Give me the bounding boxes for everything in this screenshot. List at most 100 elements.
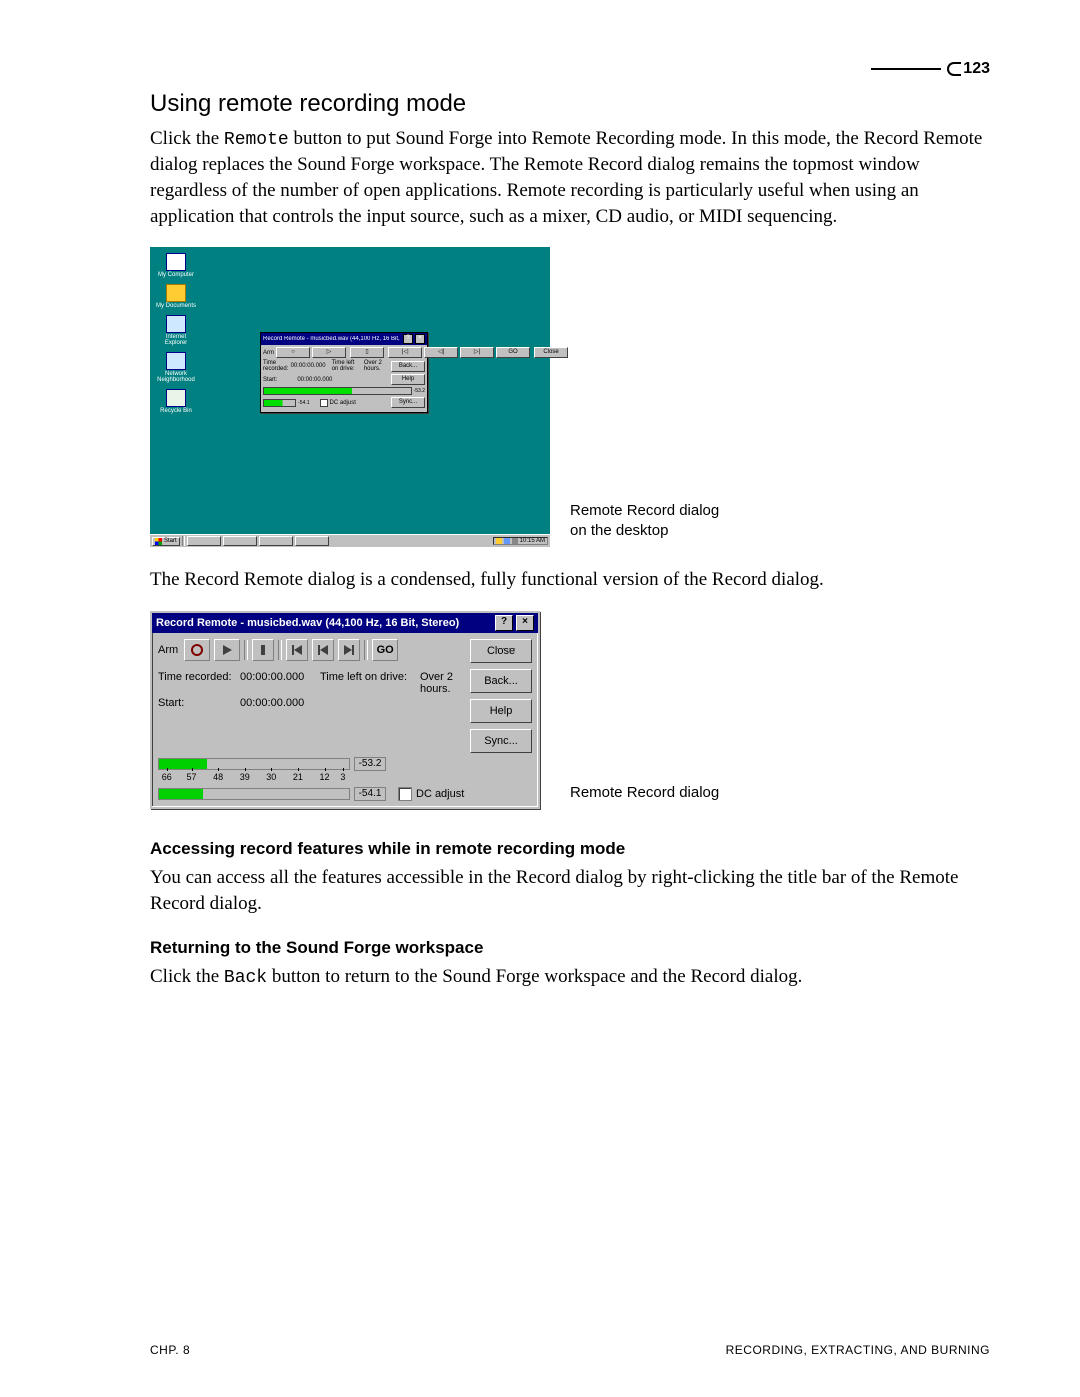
desktop-icon-my-documents[interactable]: My Documents (156, 284, 196, 309)
text: button to return to the Sound Forge work… (267, 966, 802, 987)
time-recorded-label: Time recorded: (158, 671, 240, 695)
mini-close-button[interactable]: Close (534, 347, 568, 358)
desktop-icon-my-computer[interactable]: My Computer (156, 253, 196, 278)
desktop-icon-network-neighborhood[interactable]: Network Neighborhood (156, 352, 196, 383)
meter-right (158, 788, 350, 800)
mini-sync-button[interactable]: Sync... (391, 397, 425, 408)
time-info-grid: Time recorded: 00:00:00.000 Time left on… (158, 671, 464, 709)
mini-title-bar[interactable]: Record Remote - musicbed.wav (44,100 Hz,… (261, 333, 427, 345)
network-icon (166, 352, 186, 370)
paragraph-condensed: The Record Remote dialog is a condensed,… (150, 567, 990, 593)
mini-rew-button[interactable]: |◁ (388, 347, 422, 358)
mini-title-text: Record Remote - musicbed.wav (44,100 Hz,… (263, 336, 401, 342)
icon-label: My Documents (156, 303, 196, 309)
start-label: Start (164, 538, 177, 544)
mini-marker-button[interactable]: ▯ (350, 347, 384, 358)
mini-meter-2 (263, 399, 296, 407)
dialog-side-buttons: Close Back... Help Sync... (470, 639, 532, 753)
mini-close-icon[interactable]: × (415, 334, 425, 344)
icon-label: Internet Explorer (156, 334, 196, 346)
heading-accessing: Accessing record features while in remot… (150, 839, 990, 859)
arm-label: Arm (158, 644, 178, 656)
mini-time-rec-label: Time recorded: (263, 360, 289, 372)
recycle-icon (166, 389, 186, 407)
sync-button[interactable]: Sync... (470, 729, 532, 753)
paragraph-intro: Click the Remote button to put Sound For… (150, 126, 990, 229)
desktop-icons: My Computer My Documents Internet Explor… (156, 253, 196, 414)
taskbar-clock: 10:15 AM (520, 538, 545, 544)
heading-returning: Returning to the Sound Forge workspace (150, 938, 990, 958)
desktop-icon-internet-explorer[interactable]: Internet Explorer (156, 315, 196, 346)
level-meters: -53.2 66 57 48 39 30 21 12 3 (158, 757, 532, 801)
scale-tick: 3 (340, 772, 345, 782)
time-left-value: Over 2 hours. (420, 671, 464, 695)
time-recorded-value: 00:00:00.000 (240, 671, 320, 695)
taskbar[interactable]: Start 10:15 AM (150, 534, 550, 547)
title-close-button[interactable]: × (516, 615, 534, 631)
help-button[interactable]: Help (470, 699, 532, 723)
page-number: 123 (963, 60, 990, 78)
mini-record-remote-dialog: Record Remote - musicbed.wav (44,100 Hz,… (260, 332, 428, 413)
icon-label: My Computer (158, 272, 194, 278)
go-to-start-button[interactable] (286, 639, 308, 661)
quicklaunch-icon[interactable] (223, 536, 257, 546)
mini-arm-label: Arm (263, 350, 274, 356)
icon-label: Recycle Bin (160, 408, 192, 414)
mini-time-left-label: Time left on drive: (332, 360, 362, 372)
mini-fwd-button[interactable]: ▷| (460, 347, 494, 358)
figure-dialog: Record Remote - musicbed.wav (44,100 Hz,… (150, 611, 990, 809)
drop-marker-button[interactable] (252, 639, 274, 661)
forward-button[interactable] (338, 639, 360, 661)
mini-go-button[interactable]: GO (496, 347, 530, 358)
page-number-ornament: 123 (871, 60, 990, 78)
manual-page: 123 Using remote recording mode Click th… (0, 0, 1080, 1397)
meter-scale: 66 57 48 39 30 21 12 3 (158, 772, 348, 786)
go-button[interactable]: GO (372, 639, 398, 661)
mini-help-icon[interactable]: ? (403, 334, 413, 344)
windows-logo-icon (155, 538, 162, 545)
scale-tick: 30 (266, 772, 276, 782)
tray-icon[interactable] (512, 538, 518, 544)
mini-help-button[interactable]: Help (391, 374, 425, 385)
quicklaunch-icon[interactable] (295, 536, 329, 546)
title-help-button[interactable]: ? (495, 615, 513, 631)
heading-using-remote: Using remote recording mode (150, 90, 990, 118)
caption-desktop: Remote Record dialog on the desktop (570, 501, 740, 542)
start-value: 00:00:00.000 (240, 697, 320, 709)
caption-dialog: Remote Record dialog (570, 783, 719, 803)
scale-tick: 66 (162, 772, 172, 782)
play-button[interactable] (214, 639, 240, 661)
scale-tick: 21 (293, 772, 303, 782)
mini-dc-label: DC adjust (330, 400, 356, 406)
quicklaunch-icon[interactable] (259, 536, 293, 546)
desktop-icon-recycle-bin[interactable]: Recycle Bin (156, 389, 196, 414)
back-button[interactable]: Back... (470, 669, 532, 693)
system-tray[interactable]: 10:15 AM (493, 537, 548, 545)
quicklaunch-icon[interactable] (187, 536, 221, 546)
figure-desktop: My Computer My Documents Internet Explor… (150, 247, 990, 547)
tray-icon[interactable] (496, 538, 502, 544)
mini-back-dialog-button[interactable]: Back... (391, 361, 425, 372)
mini-dc-checkbox[interactable] (320, 399, 328, 407)
mini-time-rec-value: 00:00:00.000 (291, 363, 326, 369)
record-button[interactable] (184, 639, 210, 661)
time-left-label: Time left on drive: (320, 671, 420, 695)
inline-code-remote: Remote (224, 130, 289, 150)
dc-adjust-checkbox[interactable] (398, 787, 412, 801)
mini-record-button[interactable]: ○ (276, 347, 310, 358)
close-button[interactable]: Close (470, 639, 532, 663)
text: Click the (150, 128, 224, 149)
record-remote-dialog: Record Remote - musicbed.wav (44,100 Hz,… (150, 611, 540, 809)
meter-left (158, 758, 350, 770)
mini-play-button[interactable]: ▷ (312, 347, 346, 358)
start-button[interactable]: Start (152, 537, 180, 546)
tray-icon[interactable] (504, 538, 510, 544)
dialog-title-bar[interactable]: Record Remote - musicbed.wav (44,100 Hz,… (152, 613, 538, 633)
dc-adjust: DC adjust (398, 787, 464, 801)
mini-start-value: 00:00:00.000 (297, 377, 332, 383)
my-computer-icon (166, 253, 186, 271)
rewind-button[interactable] (312, 639, 334, 661)
mini-back-button[interactable]: ◁| (424, 347, 458, 358)
icon-label: Network Neighborhood (156, 371, 196, 383)
meter-right-value: -54.1 (354, 787, 386, 801)
